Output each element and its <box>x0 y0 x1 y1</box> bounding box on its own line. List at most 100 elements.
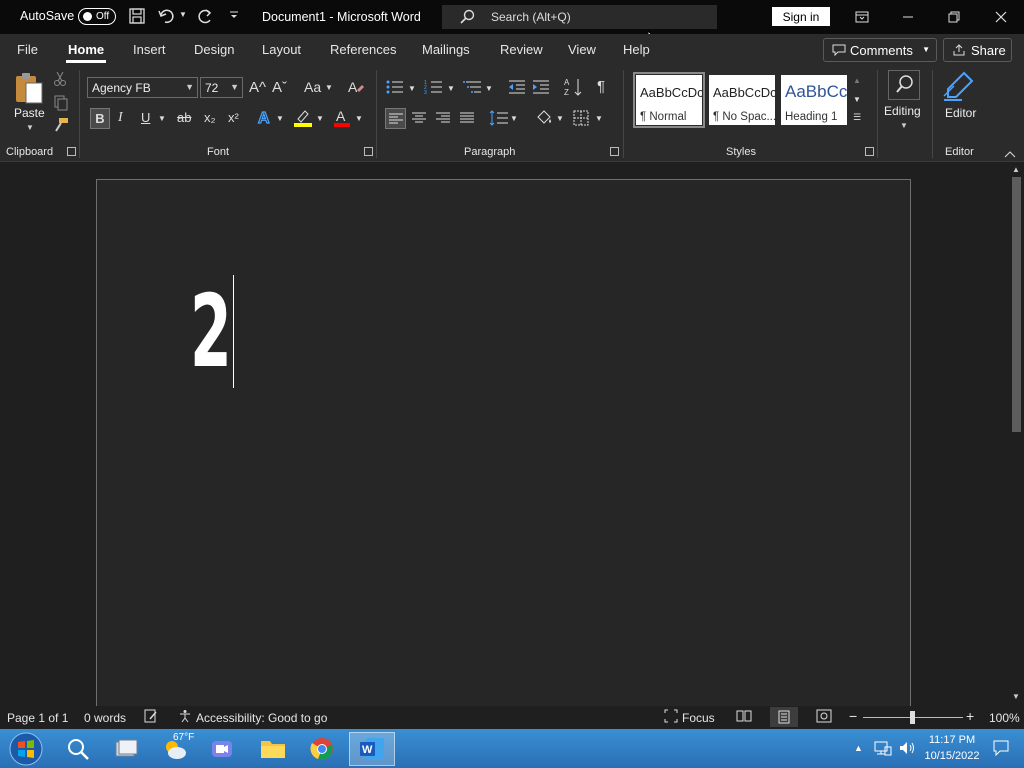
tab-references[interactable]: References <box>330 42 396 57</box>
autosave-toggle[interactable]: Off <box>78 8 116 25</box>
subscript-button[interactable]: x₂ <box>204 110 216 125</box>
tab-layout[interactable]: Layout <box>262 42 301 57</box>
align-left-button[interactable] <box>385 108 406 129</box>
volume-icon[interactable] <box>898 740 916 759</box>
vertical-scrollbar[interactable]: ▲ ▼ <box>1009 162 1024 706</box>
bullets-icon[interactable] <box>385 79 405 98</box>
italic-button[interactable]: I <box>118 110 123 126</box>
weather-widget[interactable]: 67°F <box>155 732 195 766</box>
chevron-down-icon[interactable]: ▼ <box>447 84 455 93</box>
font-color-icon[interactable]: A <box>333 108 351 131</box>
collapse-ribbon-icon[interactable] <box>1004 146 1016 161</box>
sign-in-button[interactable]: Sign in <box>772 7 830 26</box>
chevron-down-icon[interactable]: ▼ <box>485 84 493 93</box>
minimize-icon[interactable] <box>897 6 919 28</box>
task-view-button[interactable] <box>106 732 146 766</box>
scroll-up-icon[interactable]: ▲ <box>1012 165 1020 174</box>
styles-scroll-down-icon[interactable]: ▼ <box>853 95 861 104</box>
page-count[interactable]: Page 1 of 1 <box>7 711 68 725</box>
font-name-combo[interactable]: Agency FB ▼ <box>87 77 198 98</box>
tab-home[interactable]: Home <box>68 42 104 57</box>
search-box[interactable]: Search (Alt+Q) <box>442 5 717 29</box>
clipboard-launcher-icon[interactable] <box>67 147 76 156</box>
scroll-down-icon[interactable]: ▼ <box>1012 692 1020 701</box>
cut-icon[interactable] <box>53 71 67 90</box>
word-count[interactable]: 0 words <box>84 711 126 725</box>
styles-launcher-icon[interactable] <box>865 147 874 156</box>
taskbar-search-button[interactable] <box>58 732 98 766</box>
font-launcher-icon[interactable] <box>364 147 373 156</box>
chevron-down-icon[interactable]: ▼ <box>556 114 564 123</box>
print-layout-icon[interactable] <box>770 707 798 727</box>
chevron-down-icon[interactable]: ▼ <box>158 114 166 123</box>
increase-indent-icon[interactable] <box>532 79 550 98</box>
change-case-icon[interactable]: Aa <box>304 79 321 95</box>
tab-design[interactable]: Design <box>194 42 234 57</box>
sort-icon[interactable]: AZ <box>563 77 583 100</box>
show-hidden-icons-icon[interactable]: ▲ <box>854 743 863 753</box>
accessibility-status[interactable]: Accessibility: Good to go <box>196 711 327 725</box>
bold-button[interactable]: B <box>90 108 110 129</box>
teams-button[interactable] <box>202 732 242 766</box>
highlight-icon[interactable] <box>293 108 313 131</box>
style-normal[interactable]: AaBbCcDc ¶ Normal <box>633 72 705 128</box>
proofing-icon[interactable] <box>144 709 158 726</box>
multilevel-list-icon[interactable] <box>463 79 483 98</box>
shading-icon[interactable] <box>535 109 553 130</box>
show-formatting-icon[interactable]: ¶ <box>597 78 605 95</box>
shrink-font-icon[interactable]: Aˇ <box>272 79 287 96</box>
tab-review[interactable]: Review <box>500 42 543 57</box>
borders-icon[interactable] <box>573 110 589 129</box>
comments-button[interactable]: Comments ▼ <box>823 38 937 62</box>
restore-icon[interactable] <box>943 6 965 28</box>
chevron-down-icon[interactable]: ▼ <box>325 83 333 92</box>
tab-help[interactable]: Help <box>623 42 650 57</box>
notifications-icon[interactable] <box>992 739 1010 760</box>
chevron-down-icon[interactable]: ▼ <box>408 84 416 93</box>
paragraph-launcher-icon[interactable] <box>610 147 619 156</box>
chevron-down-icon[interactable]: ▼ <box>510 114 518 123</box>
system-clock[interactable]: 11:17 PM 10/15/2022 <box>921 732 983 764</box>
chrome-button[interactable] <box>302 732 342 766</box>
tab-insert[interactable]: Insert <box>133 42 166 57</box>
chevron-down-icon[interactable]: ▼ <box>595 114 603 123</box>
style-no-spacing[interactable]: AaBbCcDc ¶ No Spac... <box>709 75 775 125</box>
format-painter-icon[interactable] <box>53 117 69 136</box>
word-button[interactable]: W <box>349 732 395 766</box>
copy-icon[interactable] <box>53 95 69 114</box>
undo-icon[interactable] <box>157 7 177 28</box>
chevron-down-icon[interactable]: ▼ <box>276 114 284 123</box>
grow-font-icon[interactable]: A^ <box>249 79 266 96</box>
zoom-out-icon[interactable]: − <box>849 708 857 724</box>
file-explorer-button[interactable] <box>253 732 293 766</box>
tab-mailings[interactable]: Mailings <box>422 42 470 57</box>
customize-qat-icon[interactable] <box>229 8 239 25</box>
style-heading-1[interactable]: AaBbCc Heading 1 <box>781 75 847 125</box>
close-icon[interactable] <box>990 6 1012 28</box>
font-size-combo[interactable]: 72 ▼ <box>200 77 243 98</box>
scrollbar-thumb[interactable] <box>1012 177 1021 432</box>
editing-button[interactable]: Editing ▼ <box>884 70 924 134</box>
focus-button[interactable]: Focus <box>682 711 715 725</box>
tab-view[interactable]: View <box>568 42 596 57</box>
line-spacing-icon[interactable] <box>489 110 509 129</box>
ribbon-display-icon[interactable] <box>851 6 873 28</box>
paste-button[interactable]: Paste ▼ <box>12 71 46 135</box>
zoom-slider-thumb[interactable] <box>910 711 915 724</box>
text-effects-icon[interactable]: A <box>257 108 273 129</box>
network-icon[interactable] <box>874 740 892 759</box>
web-layout-icon[interactable] <box>816 709 832 726</box>
start-button[interactable] <box>4 732 48 766</box>
decrease-indent-icon[interactable] <box>508 79 526 98</box>
read-mode-icon[interactable] <box>736 709 752 726</box>
share-button[interactable]: Share <box>943 38 1012 62</box>
document-text[interactable]: 2 <box>190 282 232 382</box>
chevron-down-icon[interactable]: ▼ <box>316 114 324 123</box>
document-page[interactable] <box>96 179 911 719</box>
redo-icon[interactable] <box>195 7 215 28</box>
styles-scroll-up-icon[interactable]: ▲ <box>853 76 861 85</box>
align-center-icon[interactable] <box>411 111 427 128</box>
justify-icon[interactable] <box>459 111 475 128</box>
superscript-button[interactable]: x² <box>228 110 239 125</box>
zoom-in-icon[interactable]: + <box>966 708 974 724</box>
